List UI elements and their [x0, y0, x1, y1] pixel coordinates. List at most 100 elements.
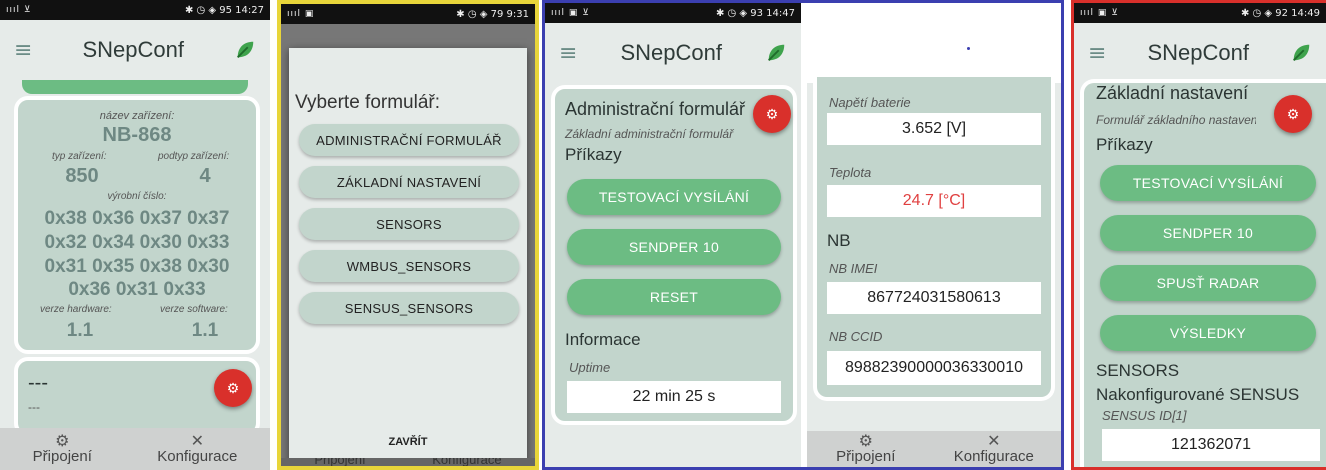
temperature-value: 24.7 [°C]: [827, 185, 1041, 217]
sensus-id-label: SENSUS ID[1]: [1102, 408, 1187, 423]
nav-configuration[interactable]: ✕ Konfigurace: [954, 433, 1034, 465]
temperature-label: Teplota: [829, 165, 872, 180]
subtype-value: 4: [199, 165, 211, 187]
device-name: NB-868: [102, 124, 172, 146]
bottom-nav: ⚙ Připojení ✕ Konfigurace: [807, 431, 1061, 467]
phone-admin-form: ıııl ▣ ⊻ ✱ ◷ ◈ 93 14:47 ≡ SNepConf Admin…: [545, 3, 801, 467]
phone-basic-settings: ıııl ▣ ⊻ ✱ ◷ ◈ 92 14:49 ≡ SNepConf Zákla…: [1071, 0, 1326, 470]
subtype-label: podtyp zařízení:: [158, 151, 230, 162]
sendper-button[interactable]: SENDPER 10: [1100, 215, 1316, 251]
phone-device-info: ıııl ⊻ ✱ ◷ ◈ 95 14:27 ≡ SNepConf název z…: [0, 0, 270, 470]
nav-connection[interactable]: ⚙ Připojení: [33, 433, 92, 465]
status-icons: ✱ ◷ ◈ 79 9:31: [456, 8, 529, 20]
nav-connection-label: Připojení: [836, 448, 896, 465]
top-blank: [807, 3, 1061, 83]
nav-connection[interactable]: ⚙ Připojení: [836, 433, 895, 465]
status-icons: ✱ ◷ ◈ 93 14:47: [715, 7, 795, 19]
sensus-id-value: 121362071: [1102, 429, 1320, 461]
nav-configuration-label: Konfigurace: [953, 448, 1034, 465]
results-button[interactable]: VÝSLEDKY: [1100, 315, 1316, 351]
serial-line-1: 0x38 0x36 0x37 0x37: [44, 208, 230, 229]
app-bar: ≡ SNepConf: [545, 23, 801, 83]
sw-value: 1.1: [191, 320, 219, 341]
serial-label: výrobní číslo:: [107, 191, 167, 202]
nav-connection-label: Připojení: [314, 458, 366, 466]
gears-icon: ⚙: [765, 105, 779, 122]
serial-line-4: 0x36 0x31 0x33: [68, 279, 206, 300]
app-bar: ≡ SNepConf: [0, 20, 270, 80]
screenshot-collage: ıııl ⊻ ✱ ◷ ◈ 95 14:27 ≡ SNepConf název z…: [0, 0, 1326, 470]
leaf-icon: [768, 44, 785, 61]
settings-fab[interactable]: ⚙: [214, 369, 252, 407]
status-icons: ✱ ◷ ◈ 95 14:27: [184, 4, 264, 16]
settings-fab[interactable]: ⚙: [1274, 95, 1312, 133]
test-broadcast-button[interactable]: TESTOVACÍ VYSÍLÁNÍ: [1100, 165, 1316, 201]
commands-heading: Příkazy: [1096, 135, 1153, 154]
gears-icon: ⚙: [226, 379, 240, 396]
sensors-heading: SENSORS: [1096, 361, 1180, 380]
app-title: SNepConf: [82, 37, 184, 62]
ccid-label: NB CCID: [829, 329, 883, 344]
form-option-admin[interactable]: ADMINISTRAČNÍ FORMULÁŘ: [299, 124, 519, 156]
signal-icon: ıııl ▣ ⊻: [1080, 8, 1119, 18]
bottom-nav: ⚙ Připojení ✕ Konfigurace: [0, 428, 270, 470]
status-icons: ✱ ◷ ◈ 92 14:49: [1240, 7, 1320, 19]
app-title: SNepConf: [1147, 40, 1249, 65]
card2-sub: ---: [28, 400, 40, 414]
form-option-basic[interactable]: ZÁKLADNÍ NASTAVENÍ: [299, 166, 519, 198]
sendper-button[interactable]: SENDPER 10: [567, 229, 781, 265]
tools-icon: ✕: [190, 431, 204, 450]
uptime-label: Uptime: [569, 360, 611, 375]
device-name-label: název zařízení:: [99, 110, 175, 122]
battery-label: Napětí baterie: [829, 95, 911, 110]
dialog-title: Vyberte formulář:: [295, 92, 441, 113]
app-bar: ≡ SNepConf: [1074, 23, 1326, 83]
commands-heading: Příkazy: [565, 145, 622, 164]
menu-icon[interactable]: ≡: [14, 38, 32, 63]
nb-heading: NB: [827, 231, 851, 250]
phone-admin-form-scrolled: Napětí baterie 3.652 [V] Teplota 24.7 [°…: [807, 3, 1061, 467]
info-heading: Informace: [565, 330, 641, 349]
test-broadcast-button[interactable]: TESTOVACÍ VYSÍLÁNÍ: [567, 179, 781, 215]
close-button[interactable]: ZAVŘÍT: [289, 436, 527, 448]
hw-label: verze hardware:: [40, 304, 112, 315]
menu-icon[interactable]: ≡: [559, 41, 577, 66]
form-subtitle: Formulář základního nastavení: [1096, 113, 1256, 127]
configured-sensus-heading: Nakonfigurované SENSUS: [1096, 385, 1300, 404]
leaf-icon: [237, 41, 254, 58]
serial-line-3: 0x31 0x35 0x38 0x30: [44, 256, 230, 277]
start-radar-button[interactable]: SPUSŤ RADAR: [1100, 265, 1316, 301]
nav-configuration[interactable]: ✕ Konfigurace: [157, 433, 237, 465]
uptime-value: 22 min 25 s: [567, 381, 781, 413]
bottom-nav-dimmed: Připojení Konfigurace: [281, 458, 535, 466]
menu-icon[interactable]: ≡: [1088, 41, 1106, 66]
signal-icon: ıııl ⊻: [6, 5, 32, 15]
status-bar: ıııl ▣ ✱ ◷ ◈ 79 9:31: [281, 4, 535, 24]
serial-line-2: 0x32 0x34 0x30 0x33: [44, 232, 230, 253]
hw-value: 1.1: [66, 320, 94, 341]
status-bar: ıııl ▣ ⊻ ✱ ◷ ◈ 92 14:49: [1074, 3, 1326, 23]
card2-title: ---: [28, 372, 48, 394]
battery-value: 3.652 [V]: [827, 113, 1041, 145]
form-title: Administrační formulář: [565, 99, 746, 119]
signal-icon: ıııl ▣ ⊻: [551, 8, 590, 18]
sw-label: verze software:: [160, 304, 228, 315]
form-subtitle: Základní administrační formulář: [565, 127, 734, 141]
app-title: SNepConf: [620, 40, 722, 65]
type-value: 850: [65, 165, 99, 187]
imei-value: 867724031580613: [827, 282, 1041, 314]
gears-icon: ⚙: [858, 431, 873, 450]
nav-configuration-label: Konfigurace: [157, 448, 238, 465]
leaf-icon: [1293, 44, 1310, 61]
form-option-wmbus[interactable]: WMBUS_SENSORS: [299, 250, 519, 282]
settings-fab[interactable]: ⚙: [753, 95, 791, 133]
signal-icon: ıııl ▣: [287, 9, 315, 19]
form-title: Základní nastavení: [1096, 83, 1249, 103]
imei-label: NB IMEI: [829, 261, 878, 276]
reset-button[interactable]: RESET: [567, 279, 781, 315]
ccid-value: 89882390000036330010: [827, 351, 1041, 385]
phone-form-dialog: ıııl ▣ ✱ ◷ ◈ 79 9:31 Vyberte formulář: A…: [277, 0, 539, 470]
type-label: typ zařízení:: [52, 151, 107, 162]
form-option-sensus[interactable]: SENSUS_SENSORS: [299, 292, 519, 324]
form-option-sensors[interactable]: SENSORS: [299, 208, 519, 240]
